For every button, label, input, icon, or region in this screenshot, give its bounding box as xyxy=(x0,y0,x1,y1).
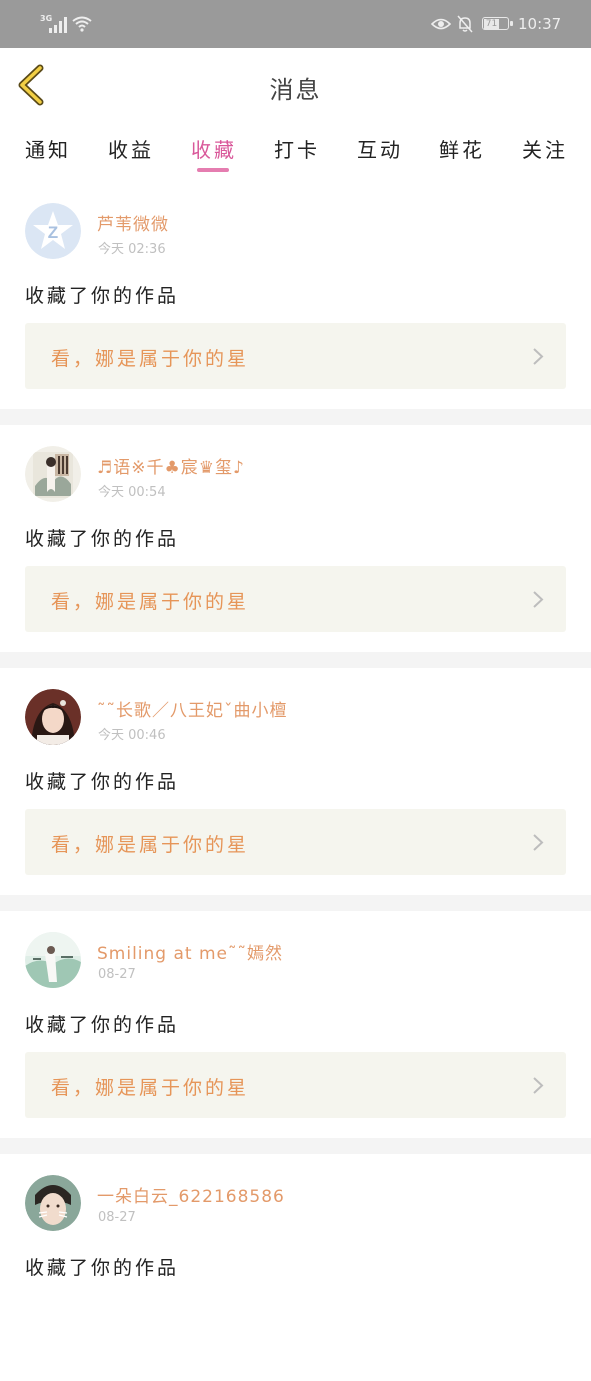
divider xyxy=(0,1138,591,1154)
svg-text:Z: Z xyxy=(48,223,58,242)
message-tabs: 通知 收益 收藏 打卡 互动 鲜花 关注 xyxy=(0,122,591,182)
divider xyxy=(0,409,591,425)
message-text: 收藏了你的作品 xyxy=(25,1014,180,1036)
message-time: 今天 02:36 xyxy=(98,242,166,257)
scenery-avatar-image xyxy=(25,932,81,988)
work-link-card[interactable]: 看，娜是属于你的星 xyxy=(25,323,566,389)
username[interactable]: 芦苇微微 xyxy=(97,210,169,235)
message-text: 收藏了你的作品 xyxy=(25,528,180,550)
eye-comfort-icon xyxy=(431,18,451,30)
message-text: 收藏了你的作品 xyxy=(25,771,180,793)
portrait-avatar-image xyxy=(25,689,81,745)
work-title: 看，娜是属于你的星 xyxy=(51,348,250,370)
list-item: 一朵白云_622168586 08-27 收藏了你的作品 xyxy=(0,1154,591,1381)
face-avatar-image xyxy=(25,1175,81,1231)
list-item: Z 芦苇微微 今天 02:36 收藏了你的作品 看，娜是属于你的星 xyxy=(0,182,591,409)
work-link-card[interactable]: 看，娜是属于你的星 xyxy=(25,1052,566,1118)
avatar[interactable]: Z xyxy=(25,203,81,259)
message-time: 今天 00:54 xyxy=(98,485,166,500)
chevron-right-icon xyxy=(533,348,544,365)
message-text: 收藏了你的作品 xyxy=(25,1257,180,1279)
tab-interactions[interactable]: 互动 xyxy=(350,134,410,163)
tab-notifications[interactable]: 通知 xyxy=(18,134,78,163)
battery-icon: 71 xyxy=(482,17,513,30)
work-title: 看，娜是属于你的星 xyxy=(51,1077,250,1099)
tab-flowers[interactable]: 鲜花 xyxy=(432,134,492,163)
avatar[interactable] xyxy=(25,932,81,988)
chevron-right-icon xyxy=(533,834,544,851)
work-title: 看，娜是属于你的星 xyxy=(51,834,250,856)
username[interactable]: Smiling at me˜˜嫣然 xyxy=(97,939,283,964)
tab-favorites[interactable]: 收藏 xyxy=(184,134,244,163)
status-bar: 3G 71 10:37 xyxy=(0,0,591,48)
status-time: 10:37 xyxy=(518,15,562,33)
list-item: ♬语※千♣宸♛玺♪ 今天 00:54 收藏了你的作品 看，娜是属于你的星 xyxy=(0,425,591,652)
active-tab-indicator xyxy=(197,168,229,172)
message-list: Z 芦苇微微 今天 02:36 收藏了你的作品 看，娜是属于你的星 ♬语※千♣宸… xyxy=(0,182,591,1381)
battery-level: 71 xyxy=(484,19,499,29)
divider xyxy=(0,895,591,911)
avatar[interactable] xyxy=(25,1175,81,1231)
avatar[interactable] xyxy=(25,689,81,745)
message-time: 今天 00:46 xyxy=(98,728,166,743)
list-item: Smiling at me˜˜嫣然 08-27 收藏了你的作品 看，娜是属于你的… xyxy=(0,911,591,1138)
signal-icon xyxy=(49,17,67,33)
top-nav-bar: 消息 xyxy=(0,48,591,123)
mute-bell-icon xyxy=(457,15,473,33)
wifi-icon xyxy=(72,16,92,32)
username[interactable]: 一朵白云_622168586 xyxy=(97,1182,285,1207)
tab-following[interactable]: 关注 xyxy=(515,134,575,163)
work-link-card[interactable]: 看，娜是属于你的星 xyxy=(25,566,566,632)
tab-checkin[interactable]: 打卡 xyxy=(267,134,327,163)
list-item: ˜˜长歌／八王妃ˇ曲小檀 今天 00:46 收藏了你的作品 看，娜是属于你的星 xyxy=(0,668,591,895)
username[interactable]: ˜˜长歌／八王妃ˇ曲小檀 xyxy=(97,696,288,721)
work-title: 看，娜是属于你的星 xyxy=(51,591,250,613)
avatar[interactable] xyxy=(25,446,81,502)
divider xyxy=(0,652,591,668)
tab-earnings[interactable]: 收益 xyxy=(101,134,161,163)
chevron-right-icon xyxy=(533,1077,544,1094)
chevron-right-icon xyxy=(533,591,544,608)
work-link-card[interactable]: 看，娜是属于你的星 xyxy=(25,809,566,875)
message-text: 收藏了你的作品 xyxy=(25,285,180,307)
poster-avatar-image xyxy=(25,446,81,502)
default-avatar-icon: Z xyxy=(25,203,81,259)
message-time: 08-27 xyxy=(98,967,136,982)
page-title: 消息 xyxy=(269,76,322,104)
username[interactable]: ♬语※千♣宸♛玺♪ xyxy=(97,453,245,478)
message-time: 08-27 xyxy=(98,1210,136,1225)
